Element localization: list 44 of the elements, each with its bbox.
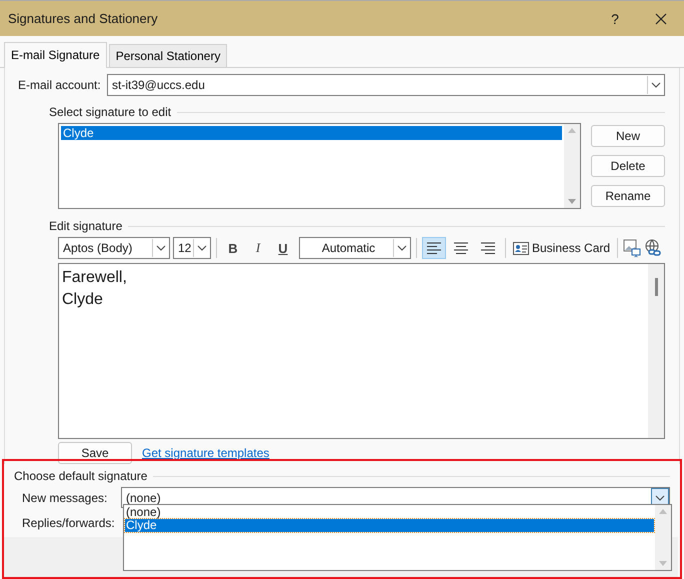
signature-list[interactable]: Clyde [58, 123, 581, 209]
business-card-button[interactable]: Business Card [511, 241, 612, 255]
window-title: Signatures and Stationery [8, 11, 159, 26]
bold-button[interactable]: B [222, 237, 244, 259]
signature-editor[interactable]: Farewell, Clyde [58, 263, 665, 439]
close-icon[interactable] [655, 12, 667, 24]
signature-button[interactable]: Delete [591, 155, 665, 177]
signature-item[interactable]: Clyde [61, 126, 562, 140]
chevron-down-icon [655, 494, 665, 500]
new-messages-label: New messages: [22, 490, 108, 504]
font-dropdown[interactable]: Aptos (Body) [58, 237, 170, 259]
picture-icon[interactable] [623, 239, 642, 257]
italic-button[interactable]: I [247, 237, 269, 259]
signature-text-line: Clyde [62, 290, 104, 310]
signature-text-line: Farewell, [62, 268, 128, 288]
help-button[interactable]: ? [592, 10, 638, 26]
signature-button[interactable]: New [591, 125, 665, 147]
align-left-icon [426, 241, 442, 255]
hyperlink-icon[interactable] [644, 239, 662, 257]
signature-button[interactable]: Rename [591, 185, 665, 207]
section-label: Select signature to edit [49, 105, 172, 119]
align-button[interactable] [422, 237, 446, 259]
color-dropdown[interactable]: Automatic [299, 237, 411, 259]
account-dropdown[interactable]: st-it39@uccs.edu [107, 74, 665, 96]
scrollbar-thumb[interactable] [654, 278, 658, 296]
section-label: Choose default signature [14, 469, 148, 483]
align-right-icon [480, 241, 496, 255]
section-label: Edit signature [49, 219, 122, 233]
tab[interactable]: E-mail Signature [4, 42, 107, 68]
chevron-down-icon [651, 82, 661, 88]
align-center-icon [453, 241, 469, 255]
contact-card-icon [513, 242, 529, 254]
underline-button[interactable]: U [272, 237, 294, 259]
account-label: E-mail account: [18, 78, 102, 92]
chevron-down-icon [156, 245, 166, 251]
save-button[interactable]: Save [58, 442, 132, 464]
size-dropdown[interactable]: 12 [173, 237, 211, 259]
dropdown-option[interactable]: Clyde [125, 519, 654, 532]
chevron-down-icon [397, 245, 407, 251]
dropdown-option[interactable]: (none) [125, 506, 654, 519]
replies-label: Replies/forwards: [22, 516, 115, 530]
chevron-down-icon [197, 245, 207, 251]
tab[interactable]: Personal Stationery [108, 44, 228, 67]
templates-link[interactable]: Get signature templates [142, 446, 270, 460]
